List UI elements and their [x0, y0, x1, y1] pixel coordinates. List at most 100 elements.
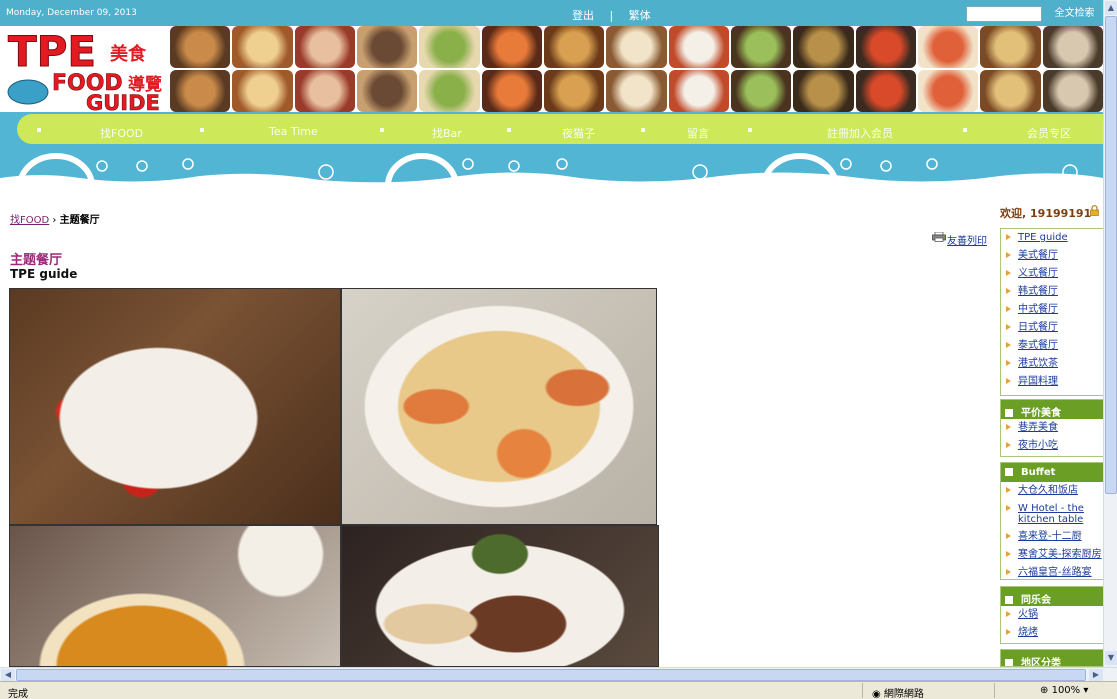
bullet-arrow-icon	[1006, 551, 1011, 557]
chevron-down-icon: ▾	[1083, 685, 1089, 696]
breadcrumb-current: 主题餐厅	[59, 215, 100, 226]
nav-bullet	[748, 128, 752, 132]
food-photo-tile	[232, 26, 293, 68]
lock-icon[interactable]	[1090, 205, 1099, 216]
site-logo[interactable]: TPE 美食 FOOD 導覽 GUIDE	[6, 28, 170, 112]
vertical-scrollbar[interactable]: ▲ ▼	[1103, 0, 1117, 667]
nav-item-find-bar[interactable]: 找Bar	[432, 125, 462, 141]
sidebar-item-tpe-guide[interactable]: TPE guide	[1001, 229, 1103, 247]
logo-text-guide: GUIDE	[86, 91, 160, 112]
nav-bullet	[200, 128, 204, 132]
decorative-wave	[0, 153, 1103, 186]
sidebar-item-sheraton[interactable]: 喜来登-十二厨	[1001, 528, 1103, 546]
nav-item-tea-time[interactable]: Tea Time	[269, 125, 318, 138]
photo-chicken-plate[interactable]	[341, 525, 659, 667]
sidebar-item-korean[interactable]: 韩式餐厅	[1001, 283, 1103, 301]
sidebar-item-okura[interactable]: 大仓久和饭店	[1001, 482, 1103, 500]
bullet-arrow-icon	[1006, 270, 1011, 276]
status-text: 完成	[8, 689, 28, 699]
food-photo-tile	[917, 26, 979, 68]
scroll-up-icon[interactable]: ▲	[1105, 1, 1117, 15]
sidebar-item-w-hotel[interactable]: W Hotel - the kitchen table	[1001, 500, 1103, 528]
date-text: Monday, December 09, 2013	[6, 8, 137, 18]
sidebar-header-budget[interactable]: 平价美食	[1001, 400, 1103, 419]
nav-item-night-owl[interactable]: 夜猫子	[562, 125, 595, 141]
bullet-arrow-icon	[1006, 505, 1011, 511]
sidebar-item-lalu[interactable]: 六福皇宫-丝路宴	[1001, 564, 1103, 582]
nav-item-register[interactable]: 註冊加入会员	[827, 125, 893, 141]
sidebar-item-alley-food[interactable]: 巷弄美食	[1001, 419, 1103, 437]
sidebar-item-thai[interactable]: 泰式餐厅	[1001, 337, 1103, 355]
sidebar-item-italian[interactable]: 义式餐厅	[1001, 265, 1103, 283]
sidebar-header-region[interactable]: 地区分类	[1001, 650, 1103, 666]
bullet-arrow-icon	[1006, 342, 1011, 348]
sidebar-item-hotpot[interactable]: 火锅	[1001, 606, 1103, 624]
nav-item-member-area[interactable]: 会员专区	[1027, 125, 1071, 141]
bullet-arrow-icon	[1006, 306, 1011, 312]
photo-creme-brulee[interactable]	[9, 525, 341, 667]
photo-shrimp-pasta[interactable]	[341, 288, 657, 525]
sidebar-group-buffet: Buffet 大仓久和饭店 W Hotel - the kitchen tabl…	[1000, 462, 1103, 580]
bullet-arrow-icon	[1006, 252, 1011, 258]
scroll-right-icon[interactable]: ▶	[1089, 669, 1103, 681]
traditional-chinese-link[interactable]: 繁体	[629, 9, 651, 22]
sidebar-item-chinese[interactable]: 中式餐厅	[1001, 301, 1103, 319]
food-photo-tile	[356, 70, 418, 112]
logo-text-tpe: TPE	[8, 28, 96, 76]
sidebar-item-american[interactable]: 美式餐厅	[1001, 247, 1103, 265]
collapse-icon	[1005, 596, 1013, 604]
scroll-down-icon[interactable]: ▼	[1105, 651, 1117, 665]
horizontal-scrollbar[interactable]: ◀ ▶	[0, 667, 1117, 681]
sidebar-header-party[interactable]: 同乐会	[1001, 587, 1103, 606]
breadcrumb-link-find-food[interactable]: 找FOOD	[10, 215, 49, 226]
food-photo-tile	[855, 70, 916, 112]
food-photo-tile	[793, 26, 854, 68]
page-title: 主题餐厅	[10, 253, 63, 268]
food-photo-tile	[980, 70, 1041, 112]
nav-bullet	[37, 128, 41, 132]
food-photo-tile	[419, 70, 480, 112]
collapse-icon	[1005, 468, 1013, 476]
food-photo-tile	[606, 26, 667, 68]
food-photo-tile	[232, 70, 293, 112]
nav-item-message[interactable]: 留言	[687, 125, 709, 141]
zoom-level[interactable]: ⊕ 100% ▾	[1040, 685, 1088, 696]
breadcrumb: 找FOOD › 主题餐厅	[10, 211, 100, 226]
sidebar-item-dim-sum[interactable]: 港式饮茶	[1001, 355, 1103, 373]
sidebar-item-japanese[interactable]: 日式餐厅	[1001, 319, 1103, 337]
bullet-arrow-icon	[1006, 569, 1011, 575]
vertical-scroll-thumb[interactable]	[1105, 16, 1117, 494]
food-photo-tile	[855, 26, 916, 68]
food-photo-tile	[294, 70, 355, 112]
sidebar-item-night-market[interactable]: 夜市小吃	[1001, 437, 1103, 455]
food-photo-tile	[730, 70, 792, 112]
main-nav-area: 找FOOD Tea Time 找Bar 夜猫子 留言 註冊加入会员 会员专区	[0, 112, 1103, 186]
search-button[interactable]: 全文检索	[1046, 5, 1103, 23]
nav-bullet	[507, 128, 511, 132]
page-subtitle: TPE guide	[10, 267, 78, 281]
nav-item-find-food[interactable]: 找FOOD	[100, 125, 143, 141]
sidebar-item-le-meridien[interactable]: 寒舍艾美-探索厨房	[1001, 546, 1103, 564]
horizontal-scroll-thumb[interactable]	[16, 669, 1086, 681]
sidebar-item-bbq[interactable]: 烧烤	[1001, 624, 1103, 642]
globe-icon: ◉	[872, 689, 881, 699]
sidebar-header-buffet[interactable]: Buffet	[1001, 463, 1103, 482]
bullet-arrow-icon	[1006, 234, 1011, 240]
food-photo-tile	[1042, 26, 1103, 68]
search-input[interactable]	[966, 6, 1042, 22]
sidebar-group-categories: TPE guide 美式餐厅 义式餐厅 韩式餐厅 中式餐厅 日式餐厅 泰式餐厅 …	[1000, 228, 1103, 396]
bullet-arrow-icon	[1006, 360, 1011, 366]
nav-bullet	[380, 128, 384, 132]
collapse-icon	[1005, 409, 1013, 417]
sidebar-item-exotic[interactable]: 异国料理	[1001, 373, 1103, 391]
logout-link[interactable]: 登出	[572, 9, 594, 22]
bullet-arrow-icon	[1006, 487, 1011, 493]
bullet-arrow-icon	[1006, 378, 1011, 384]
print-friendly-link[interactable]: 友善列印	[947, 232, 987, 247]
scroll-left-icon[interactable]: ◀	[1, 669, 15, 681]
sidebar-group-budget: 平价美食 巷弄美食 夜市小吃	[1000, 399, 1103, 457]
food-photo-tile	[730, 26, 792, 68]
photo-duck-salad[interactable]	[9, 288, 341, 525]
food-photo-tile	[356, 26, 418, 68]
printer-icon[interactable]	[932, 232, 946, 242]
